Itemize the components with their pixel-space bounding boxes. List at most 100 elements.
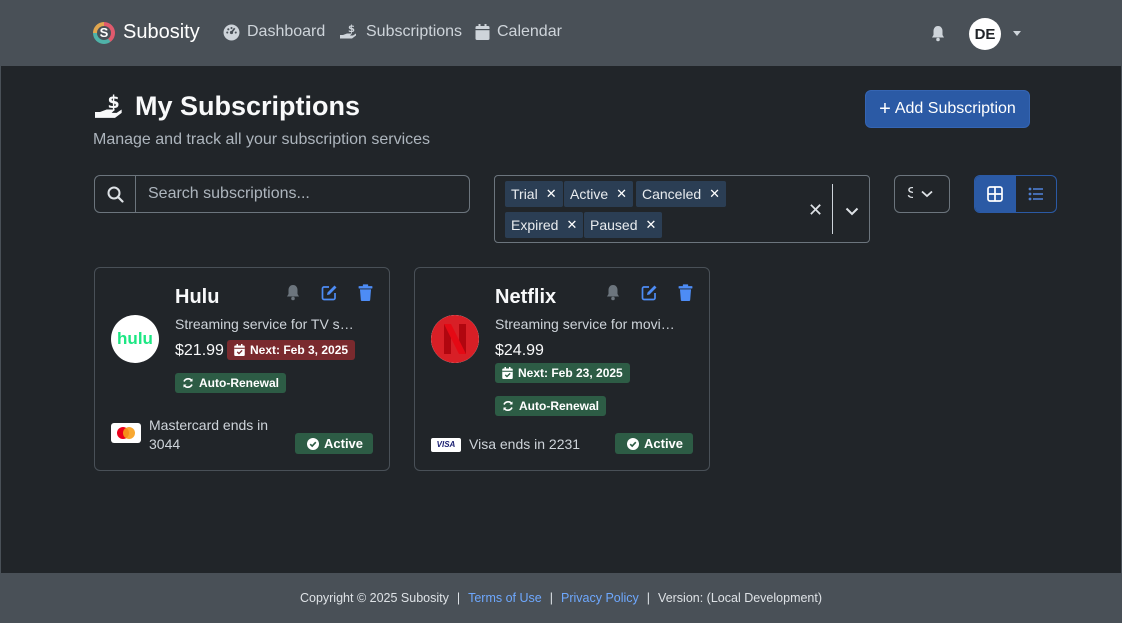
status-chip-trial: Trial ✕	[505, 181, 563, 207]
payment-text: Visa ends in 2231	[469, 436, 581, 452]
divider	[832, 184, 833, 234]
card-actions	[605, 284, 693, 301]
chip-label: Active	[570, 186, 609, 202]
card-actions	[285, 284, 373, 301]
status-text: Active	[644, 436, 684, 451]
sync-icon	[503, 401, 513, 411]
list-icon	[1028, 187, 1043, 201]
nav-subscriptions-label: Subscriptions	[366, 23, 463, 40]
auto-renewal-badge: Auto-Renewal	[495, 396, 607, 416]
bell-icon[interactable]	[285, 284, 301, 301]
subscription-description: Streaming service for TV shows and movie…	[175, 316, 360, 332]
brand-link[interactable]: S Subosity	[93, 21, 200, 44]
add-subscription-label: Add Subscription	[894, 100, 1016, 117]
page-title: $ My Subscriptions	[93, 91, 360, 122]
footer-separator: |	[456, 590, 461, 605]
nav-calendar-label: Calendar	[497, 23, 562, 40]
view-toggle	[974, 175, 1057, 213]
subscription-description: Streaming service for movies and TV show…	[495, 316, 680, 332]
remove-chip-icon[interactable]: ✕	[546, 186, 557, 202]
add-subscription-button[interactable]: + Add Subscription	[865, 90, 1030, 128]
trash-icon[interactable]	[358, 284, 373, 301]
payment-method: Mastercard ends in 3044	[111, 416, 268, 454]
brand-name: Subosity	[123, 21, 200, 43]
terms-link[interactable]: Terms of Use	[468, 591, 542, 605]
next-date-badge: Next: Feb 23, 2025	[495, 363, 630, 383]
status-badge: Active	[615, 433, 694, 454]
chevron-down-icon[interactable]	[845, 203, 859, 221]
remove-chip-icon[interactable]: ✕	[566, 217, 577, 233]
status-chip-paused: Paused ✕	[584, 212, 663, 238]
calendar-check-icon	[234, 344, 245, 356]
sync-icon	[183, 378, 193, 388]
nav-subscriptions[interactable]: $ Subscriptions	[339, 23, 462, 41]
notifications-bell-icon[interactable]	[930, 25, 946, 47]
next-date-text: Next: Feb 3, 2025	[250, 343, 349, 357]
grid-view-button[interactable]	[975, 176, 1016, 212]
payment-text-last4: 3044	[149, 436, 181, 452]
page-subtitle: Manage and track all your subscription s…	[93, 131, 431, 148]
chip-label: Canceled	[642, 186, 702, 202]
navbar: S Subosity Dashboard $ Subscriptions Cal…	[1, 1, 1121, 66]
remove-chip-icon[interactable]: ✕	[616, 186, 627, 202]
subscription-price: $24.99	[495, 342, 544, 359]
user-menu-caret-icon[interactable]	[1013, 31, 1021, 36]
calendar-check-icon	[502, 367, 513, 379]
sort-value: S	[907, 185, 913, 202]
check-circle-icon	[307, 437, 319, 450]
status-text: Active	[324, 436, 364, 451]
edit-icon[interactable]	[321, 284, 338, 301]
check-circle-icon	[627, 437, 639, 450]
auto-renewal-text: Auto-Renewal	[199, 376, 280, 390]
next-date-text: Next: Feb 23, 2025	[518, 366, 623, 380]
chevron-down-icon	[921, 190, 933, 198]
copyright-text: Copyright © 2025 Subosity	[299, 590, 449, 605]
search-icon	[95, 176, 136, 212]
hand-dollar-icon: $	[340, 24, 356, 39]
user-avatar[interactable]: DE	[969, 18, 1001, 50]
brand-logo-icon: S	[93, 21, 115, 44]
netflix-logo: N	[431, 315, 479, 363]
auto-renewal-badge: Auto-Renewal	[175, 373, 287, 393]
version-text: Version: (Local Development)	[658, 590, 823, 605]
trash-icon[interactable]	[678, 284, 693, 301]
nav-dashboard[interactable]: Dashboard	[223, 23, 325, 41]
subscription-card-netflix: N Netflix Streaming service for movies a…	[414, 267, 710, 471]
search-input[interactable]	[136, 176, 469, 212]
status-chip-canceled: Canceled ✕	[636, 181, 727, 207]
footer: Copyright © 2025 Subosity | Terms of Use…	[1, 573, 1121, 622]
bell-icon[interactable]	[605, 284, 621, 301]
clear-all-icon[interactable]: ✕	[808, 200, 823, 221]
payment-method: VISA Visa ends in 2231	[431, 435, 580, 454]
mastercard-icon	[111, 423, 141, 443]
status-badge: Active	[295, 433, 374, 454]
remove-chip-icon[interactable]: ✕	[709, 186, 720, 202]
edit-icon[interactable]	[641, 284, 658, 301]
remove-chip-icon[interactable]: ✕	[645, 217, 656, 233]
page-heading: My Subscriptions	[135, 91, 361, 121]
chip-label: Paused	[590, 217, 638, 233]
visa-icon: VISA	[431, 437, 461, 452]
nav-dashboard-label: Dashboard	[247, 23, 326, 40]
status-chip-active: Active ✕	[564, 181, 634, 207]
auto-renewal-text: Auto-Renewal	[519, 399, 600, 413]
chip-label: Trial	[511, 186, 538, 202]
nav-calendar[interactable]: Calendar	[475, 23, 562, 41]
status-filter-select[interactable]: Trial ✕ Active ✕ Canceled ✕ Expired ✕ Paused…	[494, 175, 870, 243]
subscription-card-hulu: hulu Hulu Streaming service for TV shows…	[94, 267, 390, 471]
sort-select[interactable]: S	[894, 175, 950, 213]
search-box	[94, 175, 470, 213]
privacy-link[interactable]: Privacy Policy	[561, 591, 639, 605]
list-view-button[interactable]	[1016, 176, 1057, 212]
next-date-badge: Next: Feb 3, 2025	[227, 340, 356, 360]
hulu-logo: hulu	[111, 315, 159, 363]
payment-text: Mastercard ends in	[149, 417, 269, 433]
grid-icon	[987, 186, 1004, 202]
subscription-name: Netflix	[495, 286, 557, 308]
svg-text:$: $	[348, 24, 355, 35]
footer-separator: |	[646, 590, 651, 605]
chip-label: Expired	[511, 217, 559, 233]
subscription-name: Hulu	[175, 286, 220, 308]
calendar-icon	[475, 24, 490, 40]
status-chip-expired: Expired ✕	[505, 212, 584, 238]
